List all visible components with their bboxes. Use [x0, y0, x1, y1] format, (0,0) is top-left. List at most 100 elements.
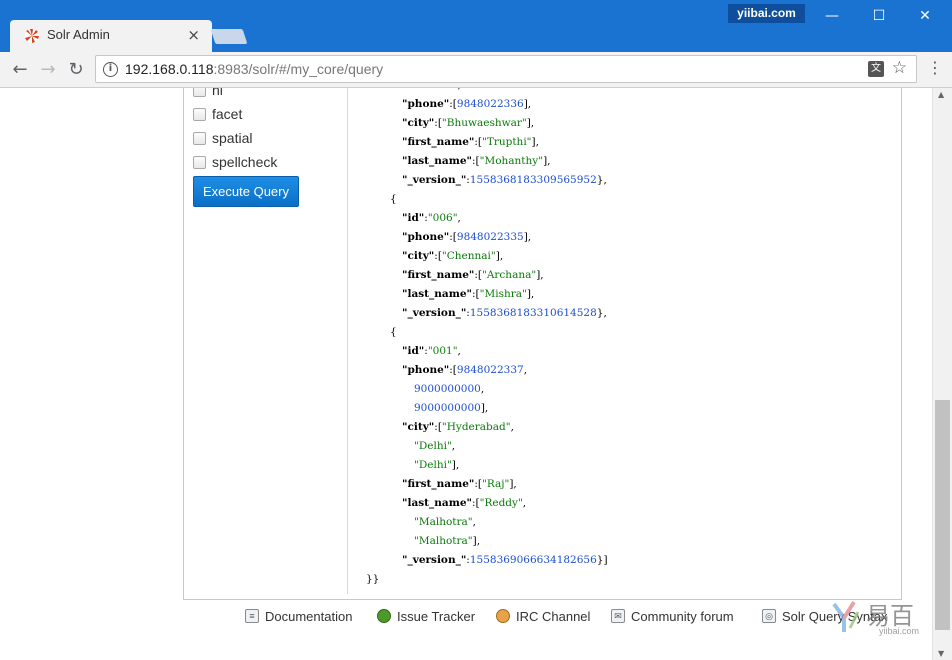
vertical-scrollbar[interactable]: ▲ ▼ [932, 88, 952, 660]
json-string: "Malhotra" [414, 516, 473, 528]
json-string: "Mohanthy" [479, 155, 544, 167]
json-punct: :[ [449, 231, 457, 243]
footer-link-label: Documentation [265, 608, 353, 624]
response-line: "id":"006", [402, 209, 461, 228]
footer-links: ≡ Documentation Issue Tracker IRC Channe… [0, 605, 932, 627]
response-line: "Delhi", [414, 437, 455, 456]
menu-icon[interactable]: ⋮ [927, 60, 943, 76]
footer-link-label: Community forum [631, 608, 734, 624]
maximize-button[interactable]: ☐ [856, 4, 902, 28]
response-line: "phone":[9848022337, [402, 361, 527, 380]
json-key: "id" [402, 345, 425, 357]
footer-link-issue-tracker[interactable]: Issue Tracker [377, 605, 475, 627]
info-icon[interactable]: i [103, 62, 118, 77]
footer-link-community-forum[interactable]: ✉ Community forum [611, 605, 734, 627]
json-punct: :[ [471, 155, 480, 167]
json-string: "Trupthi" [482, 136, 532, 148]
tab-solr-admin[interactable]: Solr Admin × [10, 20, 212, 52]
new-tab-button[interactable] [210, 29, 248, 44]
json-number: 9848022335 [456, 231, 524, 243]
json-string: "Raj" [482, 478, 510, 490]
json-punct: , [480, 383, 485, 395]
json-punct: ], [480, 402, 489, 414]
json-key: "phone" [402, 98, 450, 110]
json-punct: :[ [449, 98, 457, 110]
json-punct: , [458, 88, 461, 91]
response-line: 9000000000], [414, 399, 488, 418]
json-punct: :[ [474, 136, 482, 148]
json-punct: ], [536, 269, 544, 281]
response-line: "city":["Hyderabad", [402, 418, 514, 437]
response-line: "first_name":["Raj"], [402, 475, 517, 494]
json-key: "phone" [402, 364, 450, 376]
url-text[interactable]: 192.168.0.118:8983/solr/#/my_core/query [125, 61, 383, 77]
json-punct: , [457, 212, 461, 224]
response-line: "id":"001", [402, 342, 461, 361]
json-punct: ], [531, 136, 539, 148]
json-string: "Chennai" [441, 250, 496, 262]
response-line: }} [366, 570, 379, 589]
json-key: "phone" [402, 231, 450, 243]
yiibai-watermark: 易百 yiibai.com [826, 596, 932, 654]
json-punct: , [510, 421, 514, 433]
scroll-down-icon[interactable]: ▼ [938, 649, 944, 658]
footer-link-irc-channel[interactable]: IRC Channel [496, 605, 590, 627]
json-punct: ], [509, 478, 517, 490]
response-line: "Delhi"], [414, 456, 459, 475]
translate-icon[interactable]: 文 [868, 61, 884, 77]
bookmark-star-icon[interactable]: ☆ [892, 58, 907, 78]
response-line: "Malhotra"], [414, 532, 480, 551]
json-string: "Bhuwaeshwar" [441, 117, 527, 129]
json-punct: :[ [474, 478, 482, 490]
json-punct: , [522, 497, 527, 509]
json-number: 9000000000 [414, 383, 481, 395]
response-line: "_version_":1558368183309565952}, [402, 171, 607, 190]
response-line: "id":"005", [402, 88, 461, 95]
json-key: "last_name" [402, 155, 472, 167]
json-punct: , [523, 364, 528, 376]
json-punct: ], [495, 250, 504, 262]
footer-link-documentation[interactable]: ≡ Documentation [245, 605, 352, 627]
mail-icon: ✉ [611, 609, 625, 623]
json-punct: :[ [471, 497, 480, 509]
response-line: "_version_":1558369066634182656}] [402, 551, 608, 570]
json-key: "city" [402, 250, 435, 262]
response-line: "Malhotra", [414, 513, 476, 532]
minimize-button[interactable]: — [809, 4, 855, 28]
brand-badge: yiibai.com [728, 4, 805, 23]
forward-arrow-icon[interactable]: → [36, 58, 60, 82]
response-line: "last_name":["Reddy", [402, 494, 526, 513]
response-line: { [390, 190, 397, 209]
response-line: "last_name":["Mishra"], [402, 285, 534, 304]
close-icon[interactable]: × [187, 26, 200, 44]
json-punct: ], [451, 459, 460, 471]
json-string: "Malhotra" [414, 535, 473, 547]
json-string: "005" [428, 88, 458, 91]
back-arrow-icon[interactable]: ← [8, 58, 32, 82]
response-line: "phone":[9848022335], [402, 228, 531, 247]
response-line: "first_name":["Trupthi"], [402, 133, 539, 152]
scroll-up-icon[interactable]: ▲ [938, 90, 944, 99]
json-number: 9000000000 [414, 402, 481, 414]
bug-icon [377, 609, 391, 623]
json-key: "last_name" [402, 288, 472, 300]
json-punct: }] [596, 554, 608, 566]
json-punct: { [390, 326, 397, 338]
json-punct: ], [526, 117, 535, 129]
json-number: 9848022336 [456, 98, 524, 110]
json-key: "first_name" [402, 478, 475, 490]
close-window-button[interactable]: ✕ [902, 4, 948, 28]
json-string: "Mishra" [479, 288, 527, 300]
json-punct: :[ [434, 250, 442, 262]
browser-titlebar: yiibai.com — ☐ ✕ Solr Admin × [0, 0, 952, 52]
response-line: "phone":[9848022336], [402, 95, 531, 114]
url-host: 192.168.0.118 [125, 61, 214, 77]
address-bar[interactable]: i 192.168.0.118:8983/solr/#/my_core/quer… [95, 55, 917, 83]
reload-icon[interactable]: ↻ [64, 58, 88, 82]
json-string: "Hyderabad" [441, 421, 511, 433]
scrollbar-thumb[interactable] [935, 400, 950, 630]
json-string: "001" [427, 345, 458, 357]
json-key: "first_name" [402, 269, 475, 281]
json-key: "city" [402, 421, 435, 433]
footer-link-label: Issue Tracker [397, 608, 476, 624]
